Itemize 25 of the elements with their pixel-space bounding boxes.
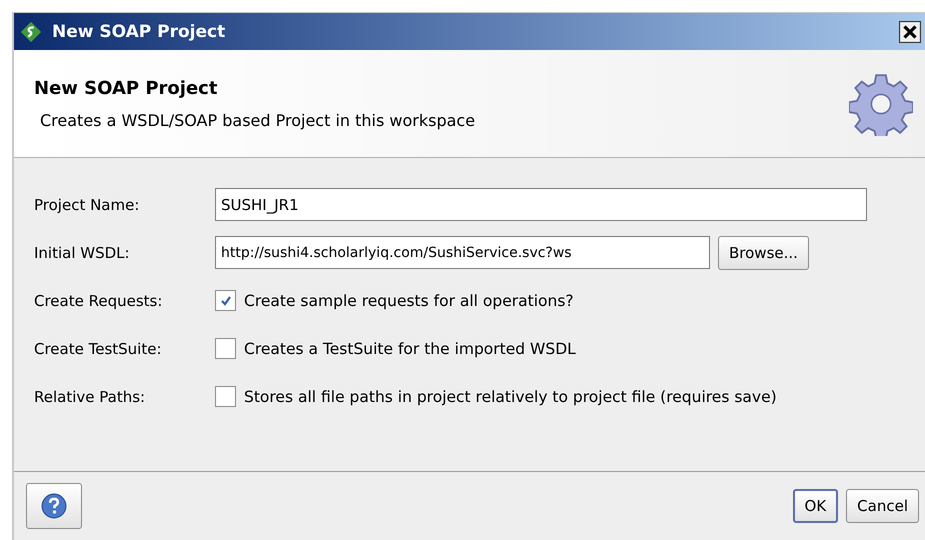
help-icon <box>41 493 67 519</box>
browse-button[interactable]: Browse... <box>718 236 809 270</box>
input-field[interactable]: http://sushi4.scholarlyiq.com/SushiService.svc?ws <box>215 236 710 269</box>
close-icon[interactable] <box>899 20 921 42</box>
check-mark-icon <box>218 294 232 308</box>
checkbox-label: Create sample requests for all operations? <box>244 292 574 310</box>
field-label: Relative Paths: <box>34 388 146 406</box>
field-label: Create TestSuite: <box>34 340 163 358</box>
input-field[interactable]: SUSHI_JR1 <box>215 188 867 221</box>
checkbox[interactable] <box>215 386 236 407</box>
header-subtitle: Creates a WSDL/SOAP based Project in this workspace <box>39 110 476 130</box>
gear-icon <box>849 72 913 136</box>
checkbox[interactable] <box>215 338 236 359</box>
window-title: New SOAP Project <box>52 22 226 42</box>
checkbox-label: Stores all file paths in project relatively to project file (requires save) <box>244 388 777 406</box>
checkbox[interactable] <box>215 290 236 311</box>
diamond-logo-icon <box>20 20 42 42</box>
field-label: Project Name: <box>34 196 140 214</box>
dialog-button[interactable]: Cancel <box>846 489 919 523</box>
header-title: New SOAP Project <box>34 78 218 98</box>
help-button[interactable] <box>26 483 82 529</box>
dialog-button[interactable]: OK <box>792 489 838 523</box>
field-label: Create Requests: <box>34 292 164 310</box>
checkbox-label: Creates a TestSuite for the imported WSDL <box>244 340 576 358</box>
field-label: Initial WSDL: <box>34 244 131 262</box>
